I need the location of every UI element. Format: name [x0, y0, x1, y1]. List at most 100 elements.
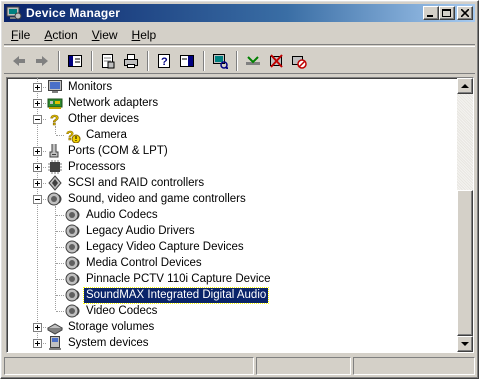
- svg-text:?: ?: [161, 56, 168, 68]
- toolbar-separator: [203, 50, 205, 71]
- help-button[interactable]: ?: [153, 50, 175, 72]
- disable-button[interactable]: [288, 50, 310, 72]
- title-bar[interactable]: Device Manager: [4, 4, 475, 22]
- status-cell-2: [256, 357, 351, 375]
- tree-item-label: Legacy Audio Drivers: [86, 224, 195, 237]
- tree-item-video-codecs[interactable]: Video Codecs: [65, 303, 159, 319]
- tree-item-media-control[interactable]: Media Control Devices: [65, 255, 204, 271]
- tree-item-processors[interactable]: Processors: [47, 159, 128, 175]
- minimize-button[interactable]: [423, 6, 439, 20]
- sound-icon: [47, 192, 62, 206]
- expand-button[interactable]: [33, 179, 42, 188]
- tree-line: [56, 295, 64, 296]
- tree-line: [56, 135, 64, 136]
- expand-button[interactable]: [33, 163, 42, 172]
- show-hide-action-pane-button[interactable]: [176, 50, 198, 72]
- help-icon: ?: [158, 53, 170, 68]
- tree-item-audio-codecs[interactable]: Audio Codecs: [65, 207, 160, 223]
- tree-item-pinnacle-pctv[interactable]: Pinnacle PCTV 110i Capture Device: [65, 271, 273, 287]
- sound-icon: [65, 240, 80, 254]
- update-driver-button[interactable]: [242, 50, 264, 72]
- sound-icon: [65, 208, 80, 222]
- update-driver-icon: [246, 55, 260, 65]
- tree-item-legacy-video-capture[interactable]: Legacy Video Capture Devices: [65, 239, 246, 255]
- network-adapter-icon: [47, 98, 63, 109]
- forward-icon: [36, 55, 48, 66]
- tree-item-network-adapters[interactable]: Network adapters: [47, 95, 160, 111]
- warning-device-icon: ?: [66, 128, 81, 143]
- status-cell-main: [4, 357, 254, 375]
- tree-item-label: System devices: [68, 336, 149, 349]
- scsi-icon: [48, 175, 62, 191]
- tree-item-label: Storage volumes: [68, 320, 155, 333]
- expand-button[interactable]: [33, 323, 42, 332]
- tree-item-label: Other devices: [68, 112, 139, 125]
- tree-line: [56, 279, 64, 280]
- sound-icon: [65, 224, 80, 238]
- tree-item-camera[interactable]: ? Camera: [65, 127, 129, 143]
- uninstall-button[interactable]: [265, 50, 287, 72]
- close-icon: [461, 9, 469, 17]
- menu-help-rest: elp: [140, 27, 157, 42]
- device-tree[interactable]: Monitors Network adapters ? Other device…: [6, 77, 474, 353]
- tree-item-label: Audio Codecs: [86, 208, 158, 221]
- window-title: Device Manager: [26, 6, 121, 20]
- menu-view[interactable]: View: [85, 26, 125, 44]
- toolbar: ?: [4, 48, 475, 74]
- expand-button[interactable]: [33, 83, 42, 92]
- device-manager-window: Device Manager File Action View Help ? M…: [0, 0, 479, 379]
- tree-line: [56, 263, 64, 264]
- toolbar-separator: [236, 50, 238, 71]
- expand-button[interactable]: [33, 339, 42, 348]
- print-button[interactable]: [120, 50, 142, 72]
- tree-item-label: Network adapters: [68, 96, 159, 109]
- arrow-down-icon: [461, 341, 469, 346]
- close-button[interactable]: [457, 6, 473, 20]
- tree-item-storage-volumes[interactable]: Storage volumes: [47, 319, 156, 335]
- back-button[interactable]: [8, 50, 30, 72]
- disable-icon: [292, 55, 307, 69]
- tree-item-ports[interactable]: Ports (COM & LPT): [47, 143, 170, 159]
- monitor-icon: [48, 80, 62, 93]
- menu-action[interactable]: Action: [37, 26, 84, 44]
- tree-line: [56, 247, 64, 248]
- expand-button[interactable]: [33, 99, 42, 108]
- tree-item-legacy-audio-drivers[interactable]: Legacy Audio Drivers: [65, 223, 197, 239]
- tree-item-label: Processors: [68, 160, 126, 173]
- tree-item-label: Media Control Devices: [86, 256, 202, 269]
- show-hide-tree-button[interactable]: [64, 50, 86, 72]
- forward-button[interactable]: [31, 50, 53, 72]
- print-icon: [124, 53, 138, 68]
- tree-item-label: Camera: [86, 128, 127, 141]
- menu-help[interactable]: Help: [125, 26, 164, 44]
- properties-button[interactable]: [97, 50, 119, 72]
- collapse-button[interactable]: [33, 195, 42, 204]
- tree-line: [55, 126, 56, 134]
- toolbar-separator: [91, 50, 93, 71]
- scan-hardware-button[interactable]: [209, 50, 231, 72]
- vertical-scrollbar[interactable]: [457, 78, 473, 352]
- tree-item-scsi-raid[interactable]: SCSI and RAID controllers: [47, 175, 206, 191]
- menu-action-rest: ction: [52, 27, 78, 42]
- collapse-button[interactable]: [33, 115, 42, 124]
- tree-item-label: Ports (COM & LPT): [68, 144, 168, 157]
- maximize-button[interactable]: [439, 6, 455, 20]
- expand-button[interactable]: [33, 147, 42, 156]
- toolbar-separator: [147, 50, 149, 71]
- scroll-down-button[interactable]: [457, 336, 473, 352]
- tree-item-label-selected: SoundMAX Integrated Digital Audio: [82, 286, 270, 304]
- scrollbar-thumb[interactable]: [457, 190, 473, 336]
- maximize-icon: [442, 8, 451, 17]
- tree-item-monitors[interactable]: Monitors: [47, 79, 114, 95]
- toolbar-separator: [58, 50, 60, 71]
- menu-file[interactable]: File: [4, 26, 37, 44]
- tree-item-soundmax[interactable]: SoundMAX Integrated Digital Audio: [65, 286, 270, 304]
- device-tree-content: Monitors Network adapters ? Other device…: [7, 78, 458, 352]
- tree-item-label: Sound, video and game controllers: [68, 192, 246, 205]
- tree-item-other-devices[interactable]: ? Other devices: [47, 111, 141, 127]
- tree-line: [56, 311, 64, 312]
- tree-item-sound-video-game[interactable]: Sound, video and game controllers: [47, 191, 248, 207]
- scroll-up-button[interactable]: [457, 78, 473, 94]
- tree-item-system-devices[interactable]: System devices: [47, 335, 151, 351]
- processor-icon: [48, 160, 62, 174]
